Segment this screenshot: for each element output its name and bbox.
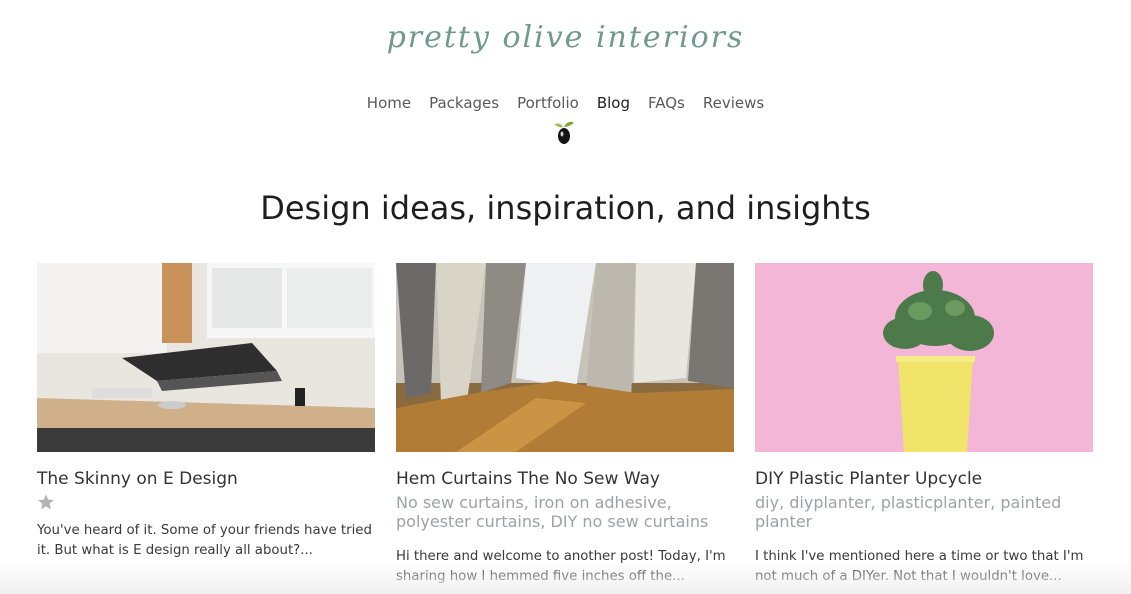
post-card: The Skinny on E Design You've heard of i… [37, 263, 375, 561]
post-excerpt: You've heard of it. Some of your friends… [37, 523, 372, 558]
brand-logo[interactable]: pretty olive interiors [0, 8, 1131, 68]
olive-icon [555, 121, 574, 144]
post-title[interactable]: The Skinny on E Design [37, 469, 375, 489]
post-tags: No sew curtains, iron on adhesive, polye… [396, 493, 709, 531]
post-image-planter[interactable] [755, 263, 1093, 452]
page-title: Design ideas, inspiration, and insights [260, 189, 871, 228]
post-tags: diy, diyplanter, plasticplanter, painted… [755, 493, 1062, 531]
main-nav: Home Packages Portfolio Blog FAQs Review… [0, 94, 1131, 112]
post-title[interactable]: DIY Plastic Planter Upcycle [755, 469, 1093, 489]
star-icon[interactable] [37, 493, 375, 511]
nav-blog[interactable]: Blog [597, 94, 630, 112]
nav-reviews[interactable]: Reviews [703, 94, 764, 112]
post-image-curtains[interactable] [396, 263, 734, 452]
bottom-fade [0, 560, 1131, 594]
nav-packages[interactable]: Packages [429, 94, 499, 112]
nav-faqs[interactable]: FAQs [648, 94, 685, 112]
post-title[interactable]: Hem Curtains The No Sew Way [396, 469, 734, 489]
post-card: Hem Curtains The No Sew Way No sew curta… [396, 263, 734, 587]
post-image-desk[interactable] [37, 263, 375, 452]
post-card: DIY Plastic Planter Upcycle diy, diyplan… [755, 263, 1093, 587]
nav-portfolio[interactable]: Portfolio [517, 94, 579, 112]
nav-home[interactable]: Home [367, 94, 411, 112]
